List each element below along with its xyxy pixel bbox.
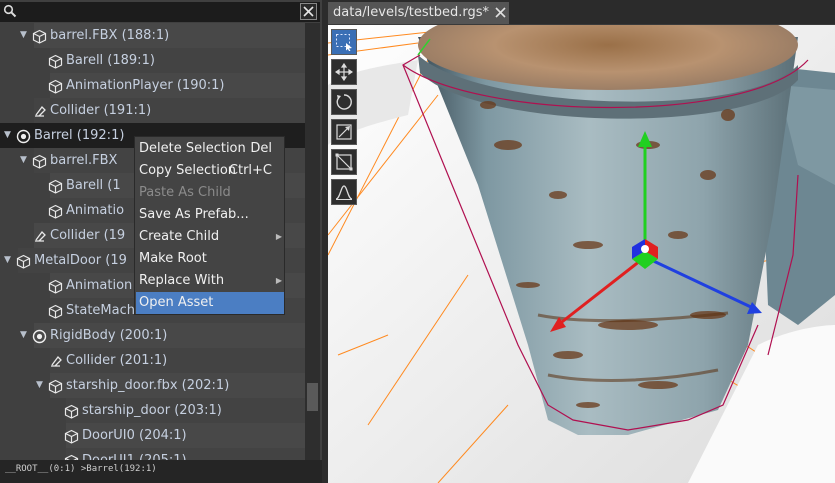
scene-viewport[interactable] xyxy=(328,25,835,483)
cube-icon xyxy=(48,53,63,69)
search-input[interactable] xyxy=(20,3,296,19)
rigidbody-icon xyxy=(32,328,47,344)
tree-row[interactable]: AnimationPlayer (190:1) xyxy=(0,73,305,98)
tree-row[interactable]: ▼ RigidBody (200:1) xyxy=(0,323,305,348)
tree-row-label: Animatio xyxy=(66,203,125,218)
tree-row-label: DoorUI1 (205:1) xyxy=(82,448,187,460)
tree-row[interactable]: DoorUI1 (205:1) xyxy=(0,448,305,460)
tree-row-label: Collider (191:1) xyxy=(50,103,152,118)
move-icon xyxy=(335,63,353,81)
cube-icon xyxy=(48,203,63,219)
scale-icon xyxy=(336,124,352,140)
menu-item-make-root[interactable]: Make Root xyxy=(136,248,284,270)
menu-item-label: Make Root xyxy=(139,251,207,266)
tree-row-label: DoorUI0 (204:1) xyxy=(82,428,187,443)
menu-item-paste-as-child: Paste As Child xyxy=(136,182,284,204)
menu-item-label: Open Asset xyxy=(139,295,214,310)
search-icon xyxy=(3,4,17,18)
menu-item-replace-with[interactable]: Replace With ▶ xyxy=(136,270,284,292)
resize-tool-button[interactable] xyxy=(331,149,357,175)
menu-item-shortcut: Ctrl+C xyxy=(228,163,272,178)
menu-item-label: Replace With xyxy=(139,273,225,288)
cube-icon xyxy=(64,453,79,460)
cube-icon xyxy=(32,28,47,44)
tree-row-label: barrel.FBX (188:1) xyxy=(50,28,170,43)
breadcrumb: __ROOT__(0:1) >Barrel(192:1) xyxy=(0,460,322,483)
tree-row-label: Animation P xyxy=(66,278,145,293)
context-menu: Delete Selection Del Copy Selection Ctrl+C P… xyxy=(134,136,285,315)
tree-row-label: StateMachi xyxy=(66,303,139,318)
collider-icon xyxy=(48,353,63,368)
expand-arrow-icon[interactable]: ▼ xyxy=(20,23,30,48)
tab-label: data/levels/testbed.rgs* xyxy=(333,5,489,20)
tree-row[interactable]: Collider (191:1) xyxy=(0,98,305,123)
tree-row[interactable]: Barell (189:1) xyxy=(0,48,305,73)
menu-item-label: Create Child xyxy=(139,229,220,244)
tree-row[interactable]: starship_door (203:1) xyxy=(0,398,305,423)
terrain-tool-button[interactable] xyxy=(331,179,357,205)
tree-row-label: barrel.FBX xyxy=(50,153,118,168)
cube-icon xyxy=(48,78,63,94)
tab-bar: data/levels/testbed.rgs* xyxy=(328,0,835,24)
tree-row[interactable]: ▼ starship_door.fbx (202:1) xyxy=(0,373,305,398)
menu-item-create-child[interactable]: Create Child ▶ xyxy=(136,226,284,248)
submenu-arrow-icon: ▶ xyxy=(275,232,282,241)
expand-arrow-icon[interactable]: ▼ xyxy=(20,148,30,173)
menu-item-delete-selection[interactable]: Delete Selection Del xyxy=(136,138,284,160)
tree-row[interactable]: Collider (201:1) xyxy=(0,348,305,373)
cube-icon xyxy=(48,278,63,294)
search-bar xyxy=(0,2,320,22)
cube-icon xyxy=(16,253,31,269)
menu-item-shortcut: Del xyxy=(250,141,272,156)
select-tool-button[interactable] xyxy=(331,29,357,55)
rigidbody-icon xyxy=(16,128,31,144)
terrain-icon xyxy=(335,185,353,200)
collider-icon xyxy=(32,228,47,243)
cube-icon xyxy=(48,178,63,194)
tree-row[interactable]: ▼ barrel.FBX (188:1) xyxy=(0,23,305,48)
tree-row-label: Barell (189:1) xyxy=(66,53,155,68)
cube-icon xyxy=(64,428,79,444)
tree-row[interactable]: DoorUI0 (204:1) xyxy=(0,423,305,448)
select-icon xyxy=(336,34,352,51)
submenu-arrow-icon: ▶ xyxy=(275,276,282,285)
scene-render xyxy=(328,25,835,483)
scale-tool-button[interactable] xyxy=(331,119,357,145)
tree-row-label: RigidBody (200:1) xyxy=(50,328,168,343)
collider-icon xyxy=(32,103,47,118)
tree-row-label: Barell (1 xyxy=(66,178,121,193)
tree-scrollbar-thumb[interactable] xyxy=(307,383,318,411)
expand-arrow-icon[interactable]: ▼ xyxy=(20,323,30,348)
cube-icon xyxy=(32,153,47,169)
cube-icon xyxy=(48,378,63,394)
close-icon xyxy=(303,6,314,17)
rotate-tool-button[interactable] xyxy=(331,89,357,115)
tree-row-label: Collider (19 xyxy=(50,228,126,243)
tree-row-label: Barrel (192:1) xyxy=(34,128,125,143)
menu-item-label: Copy Selection xyxy=(139,163,237,178)
menu-item-label: Save As Prefab... xyxy=(139,207,249,222)
menu-item-copy-selection[interactable]: Copy Selection Ctrl+C xyxy=(136,160,284,182)
tree-row-label: MetalDoor (19 xyxy=(34,253,127,268)
rotate-icon xyxy=(336,94,352,110)
expand-arrow-icon[interactable]: ▼ xyxy=(4,248,14,273)
menu-item-save-as-prefab[interactable]: Save As Prefab... xyxy=(136,204,284,226)
tab-scene[interactable]: data/levels/testbed.rgs* xyxy=(328,2,509,24)
menu-item-open-asset[interactable]: Open Asset xyxy=(136,292,284,314)
clear-search-button[interactable] xyxy=(300,3,317,20)
expand-arrow-icon[interactable]: ▼ xyxy=(36,373,46,398)
resize-icon xyxy=(335,153,353,171)
menu-item-label: Paste As Child xyxy=(139,185,231,200)
tree-row-label: Collider (201:1) xyxy=(66,353,168,368)
menu-item-label: Delete Selection xyxy=(139,141,246,156)
expand-arrow-icon[interactable]: ▼ xyxy=(4,123,14,148)
move-tool-button[interactable] xyxy=(331,59,357,85)
close-icon[interactable] xyxy=(494,6,507,19)
tree-row-label: starship_door (203:1) xyxy=(82,403,222,418)
tree-row-label: AnimationPlayer (190:1) xyxy=(66,78,225,93)
cube-icon xyxy=(64,403,79,419)
tree-row-label: starship_door.fbx (202:1) xyxy=(66,378,230,393)
cube-icon xyxy=(48,303,63,319)
